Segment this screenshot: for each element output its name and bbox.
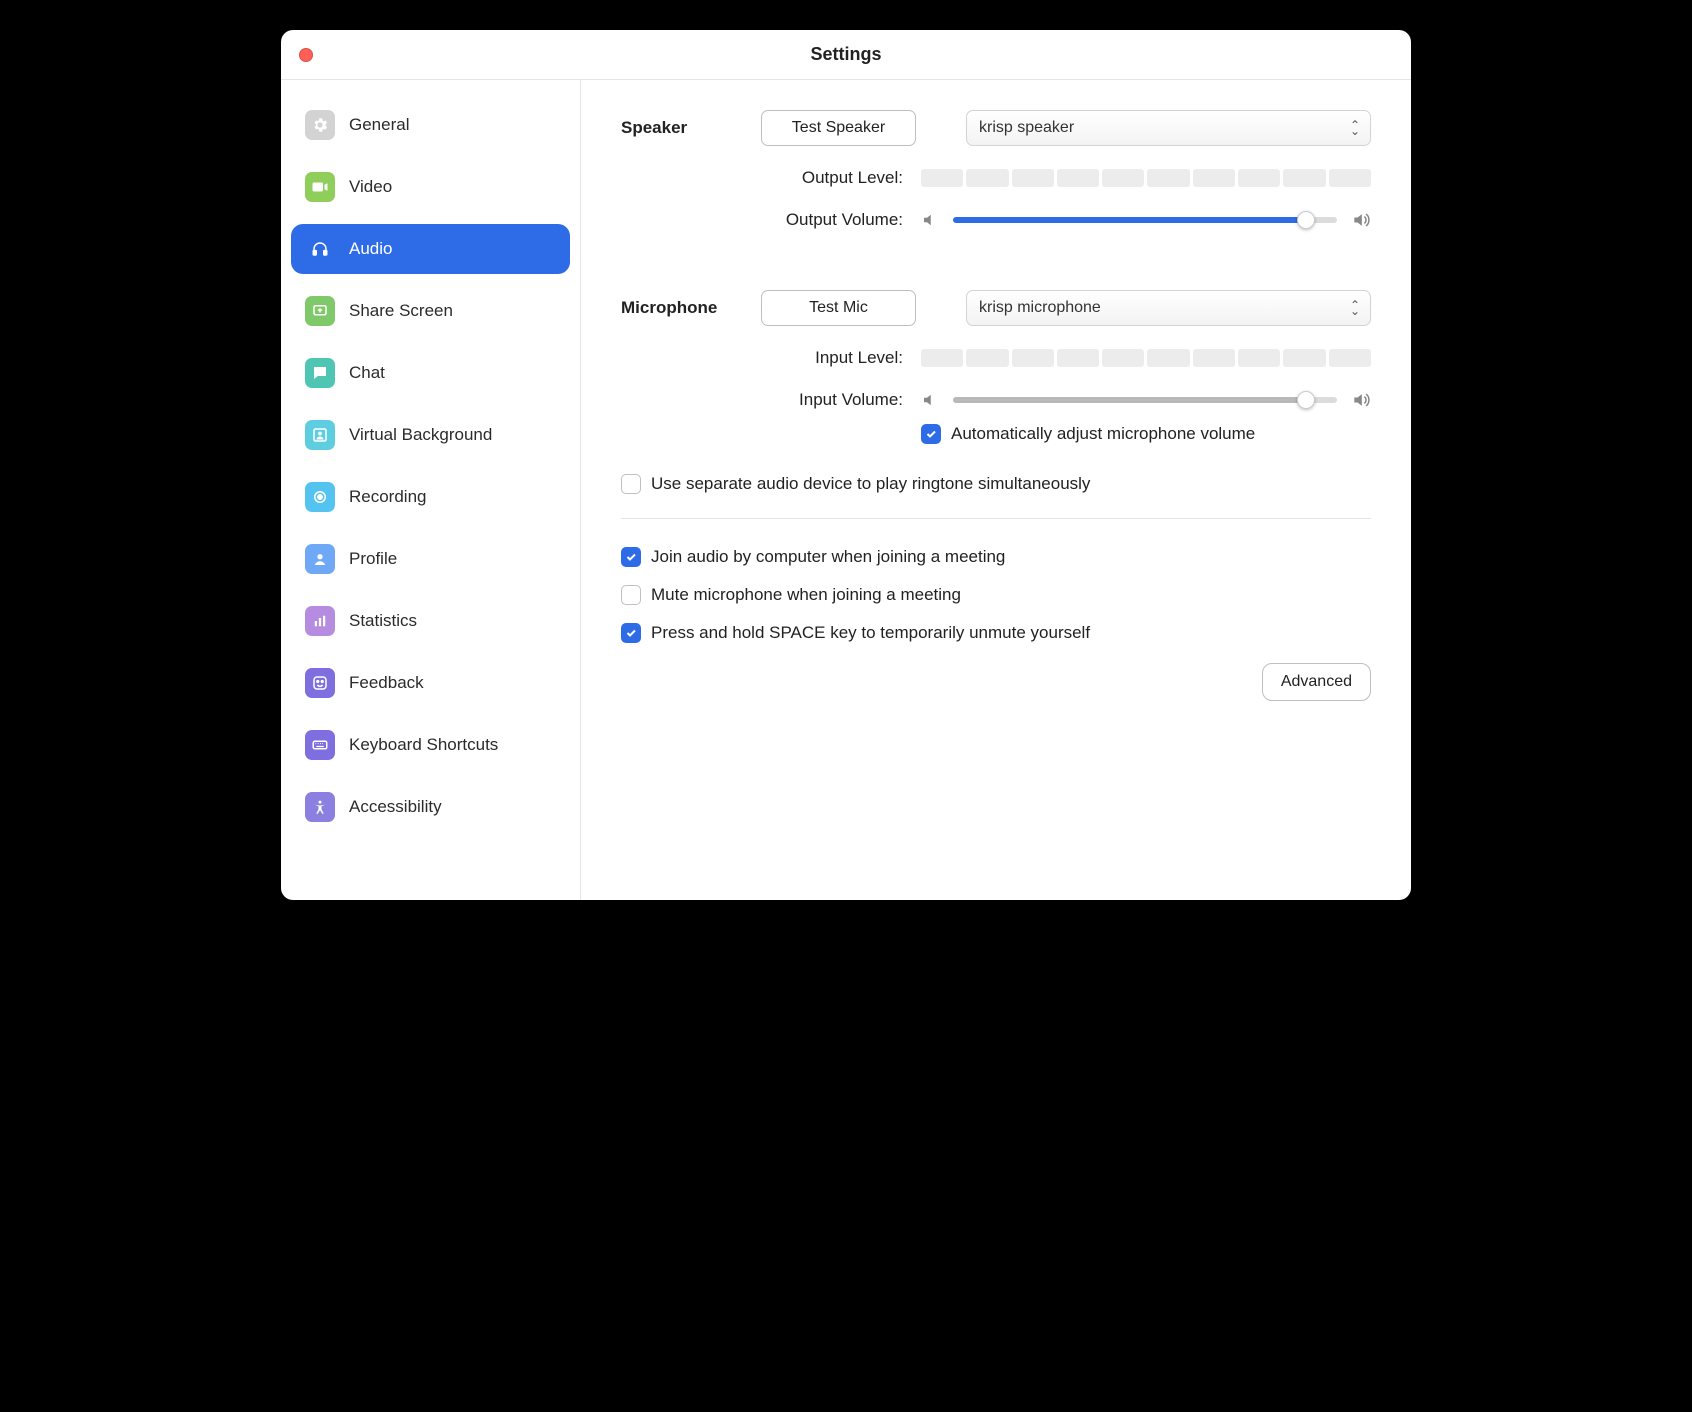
chat-icon	[305, 358, 335, 388]
input-level-label: Input Level:	[621, 348, 921, 368]
sidebar-item-label: Feedback	[349, 673, 424, 693]
test-speaker-button[interactable]: Test Speaker	[761, 110, 916, 146]
accessibility-icon	[305, 792, 335, 822]
microphone-heading: Microphone	[621, 298, 761, 318]
input-level-meter	[921, 349, 1371, 367]
speaker-section: Speaker Test Speaker krisp speaker ⌃⌄ Ou…	[621, 110, 1371, 230]
output-volume-slider[interactable]	[953, 217, 1337, 223]
gear-icon	[305, 110, 335, 140]
sidebar-item-virtual-background[interactable]: Virtual Background	[291, 410, 570, 460]
sidebar-item-video[interactable]: Video	[291, 162, 570, 212]
sidebar-item-label: Share Screen	[349, 301, 453, 321]
mute-on-join-checkbox[interactable]	[621, 585, 641, 605]
space-unmute-checkbox[interactable]	[621, 623, 641, 643]
keyboard-icon	[305, 730, 335, 760]
volume-high-icon	[1351, 210, 1371, 230]
speaker-heading: Speaker	[621, 118, 761, 138]
feedback-icon	[305, 668, 335, 698]
sidebar-item-keyboard-shortcuts[interactable]: Keyboard Shortcuts	[291, 720, 570, 770]
video-icon	[305, 172, 335, 202]
sidebar-item-feedback[interactable]: Feedback	[291, 658, 570, 708]
settings-window: Settings General Video Audio	[281, 30, 1411, 900]
join-audio-label: Join audio by computer when joining a me…	[651, 547, 1005, 567]
auto-adjust-mic-label: Automatically adjust microphone volume	[951, 424, 1255, 444]
recording-icon	[305, 482, 335, 512]
main-panel: Speaker Test Speaker krisp speaker ⌃⌄ Ou…	[581, 80, 1411, 900]
sidebar-item-label: Recording	[349, 487, 427, 507]
chevron-up-down-icon: ⌃⌄	[1350, 122, 1360, 134]
profile-icon	[305, 544, 335, 574]
sidebar: General Video Audio Share Screen	[281, 80, 581, 900]
sidebar-item-general[interactable]: General	[291, 100, 570, 150]
share-screen-icon	[305, 296, 335, 326]
volume-low-icon	[921, 391, 939, 409]
mute-on-join-label: Mute microphone when joining a meeting	[651, 585, 961, 605]
advanced-button[interactable]: Advanced	[1262, 663, 1371, 701]
sidebar-item-label: Chat	[349, 363, 385, 383]
virtual-background-icon	[305, 420, 335, 450]
sidebar-item-statistics[interactable]: Statistics	[291, 596, 570, 646]
window-title: Settings	[281, 44, 1411, 65]
divider	[621, 518, 1371, 519]
speaker-device-value: krisp speaker	[979, 119, 1074, 137]
sidebar-item-label: Accessibility	[349, 797, 442, 817]
sidebar-item-audio[interactable]: Audio	[291, 224, 570, 274]
speaker-device-select[interactable]: krisp speaker ⌃⌄	[966, 110, 1371, 146]
sidebar-item-accessibility[interactable]: Accessibility	[291, 782, 570, 832]
sidebar-item-label: Video	[349, 177, 392, 197]
output-level-label: Output Level:	[621, 168, 921, 188]
auto-adjust-mic-checkbox[interactable]	[921, 424, 941, 444]
mic-device-value: krisp microphone	[979, 299, 1101, 317]
sidebar-item-label: Audio	[349, 239, 392, 259]
chevron-up-down-icon: ⌃⌄	[1350, 302, 1360, 314]
input-volume-slider[interactable]	[953, 397, 1337, 403]
output-volume-label: Output Volume:	[621, 210, 921, 230]
titlebar: Settings	[281, 30, 1411, 80]
sidebar-item-label: General	[349, 115, 409, 135]
sidebar-item-share-screen[interactable]: Share Screen	[291, 286, 570, 336]
output-level-meter	[921, 169, 1371, 187]
separate-ringtone-label: Use separate audio device to play ringto…	[651, 474, 1090, 494]
separate-ringtone-checkbox[interactable]	[621, 474, 641, 494]
volume-low-icon	[921, 211, 939, 229]
test-mic-button[interactable]: Test Mic	[761, 290, 916, 326]
sidebar-item-label: Virtual Background	[349, 425, 492, 445]
input-volume-label: Input Volume:	[621, 390, 921, 410]
sidebar-item-label: Profile	[349, 549, 397, 569]
sidebar-item-label: Keyboard Shortcuts	[349, 735, 498, 755]
options-section: Use separate audio device to play ringto…	[621, 474, 1371, 701]
microphone-section: Microphone Test Mic krisp microphone ⌃⌄ …	[621, 290, 1371, 444]
mic-device-select[interactable]: krisp microphone ⌃⌄	[966, 290, 1371, 326]
sidebar-item-chat[interactable]: Chat	[291, 348, 570, 398]
space-unmute-label: Press and hold SPACE key to temporarily …	[651, 623, 1090, 643]
sidebar-item-profile[interactable]: Profile	[291, 534, 570, 584]
close-window-button[interactable]	[299, 48, 313, 62]
join-audio-checkbox[interactable]	[621, 547, 641, 567]
sidebar-item-recording[interactable]: Recording	[291, 472, 570, 522]
headphones-icon	[305, 234, 335, 264]
statistics-icon	[305, 606, 335, 636]
volume-high-icon	[1351, 390, 1371, 410]
sidebar-item-label: Statistics	[349, 611, 417, 631]
